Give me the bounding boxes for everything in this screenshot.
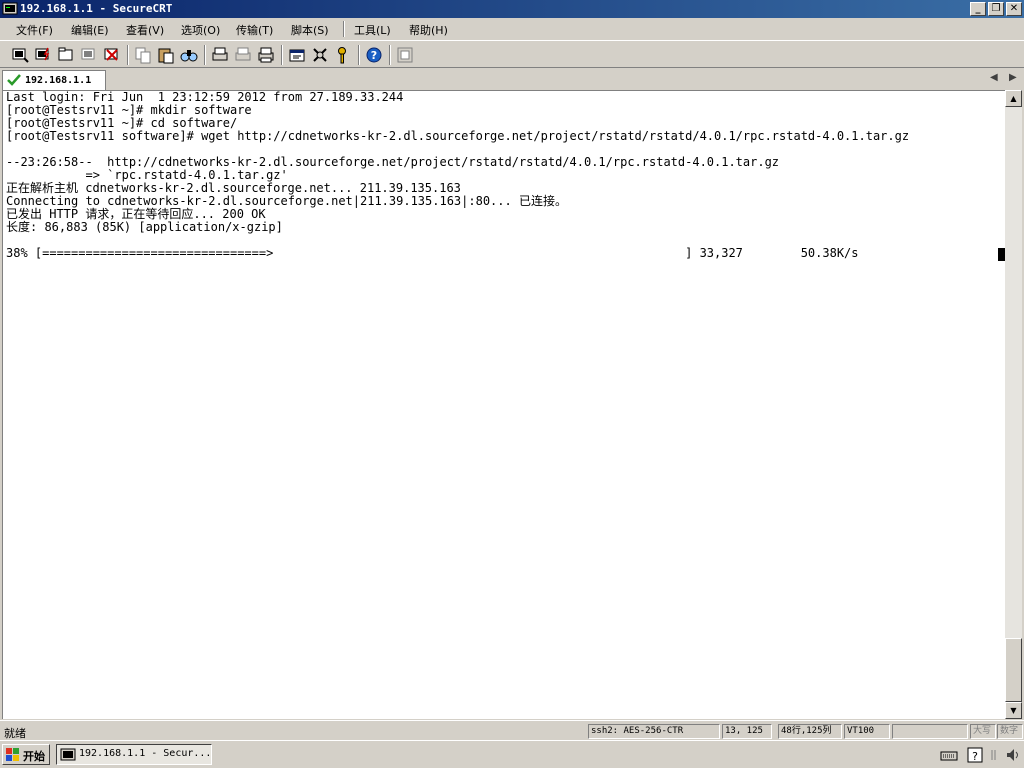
quick-connect-icon[interactable]	[33, 45, 53, 65]
menu-tools[interactable]: 工具(L)	[354, 22, 391, 38]
window-title: 192.168.1.1 - SecureCRT	[20, 2, 173, 15]
vertical-scrollbar[interactable]: ▲ ▼	[1005, 90, 1022, 719]
keyboard-icon[interactable]	[940, 746, 958, 764]
paste-icon[interactable]	[156, 45, 176, 65]
disconnect-icon[interactable]	[102, 45, 122, 65]
menu-options[interactable]: 选项(O)	[181, 22, 220, 38]
checkmark-icon	[7, 74, 21, 86]
menu-file[interactable]: 文件(F)	[16, 22, 53, 38]
print-icon[interactable]	[256, 45, 276, 65]
start-button[interactable]: 开始	[2, 744, 50, 765]
svg-text:?: ?	[371, 49, 377, 62]
minimize-button[interactable]: _	[970, 2, 986, 16]
securecrt-icon	[2, 2, 18, 15]
menu-separator	[343, 21, 345, 37]
session-tab-label: 192.168.1.1	[25, 75, 92, 86]
tab-scroll-left-icon[interactable]: ◀	[990, 72, 998, 83]
print-selection-icon[interactable]	[233, 45, 253, 65]
toolbar-separator	[204, 45, 206, 65]
status-terminal-size: 48行,125列	[778, 724, 842, 739]
svg-text:?: ?	[972, 750, 978, 763]
scroll-up-icon[interactable]: ▲	[1005, 90, 1022, 107]
keymap-icon[interactable]	[395, 45, 415, 65]
toolbar-separator	[389, 45, 391, 65]
status-num-lock: 数字	[997, 724, 1023, 739]
status-text: 就绪	[4, 727, 26, 740]
download-progress-line: 38% [===============================> ] …	[6, 246, 859, 260]
menu-edit[interactable]: 编辑(E)	[71, 22, 109, 38]
windows-taskbar: 开始 192.168.1.1 - Secur... ?	[0, 740, 1024, 768]
scroll-down-icon[interactable]: ▼	[1005, 702, 1022, 719]
menu-transfer[interactable]: 传输(T)	[236, 22, 273, 38]
session-options-icon[interactable]	[287, 45, 307, 65]
connect-tab-icon[interactable]	[56, 45, 76, 65]
start-label: 开始	[23, 750, 45, 763]
tab-scroll-right-icon[interactable]: ▶	[1009, 72, 1017, 83]
menu-help[interactable]: 帮助(H)	[409, 22, 448, 38]
reconnect-icon[interactable]	[79, 45, 99, 65]
terminal-line: 长度: 86,883 (85K) [application/x-gzip]	[6, 220, 283, 234]
windows-logo-icon	[6, 748, 19, 761]
key-icon[interactable]	[333, 45, 353, 65]
global-options-icon[interactable]	[310, 45, 330, 65]
taskbar-securecrt-button[interactable]: 192.168.1.1 - Secur...	[56, 744, 212, 765]
toolbar-separator	[281, 45, 283, 65]
taskbar-button-label: 192.168.1.1 - Secur...	[79, 748, 212, 759]
print-screen-icon[interactable]	[210, 45, 230, 65]
status-bar: 就绪 ssh2: AES-256-CTR 13, 125 48行,125列 VT…	[0, 720, 1024, 741]
securecrt-icon	[60, 748, 76, 761]
toolbar-separator	[127, 45, 129, 65]
menu-bar: 文件(F) 编辑(E) 查看(V) 选项(O) 传输(T) 脚本(S) 工具(L…	[0, 18, 1024, 40]
help-icon[interactable]: ?	[364, 45, 384, 65]
menu-script[interactable]: 脚本(S)	[291, 22, 329, 38]
session-tab-strip: 192.168.1.1 ◀ ▶	[0, 68, 1024, 90]
status-blank	[892, 724, 968, 739]
menu-view[interactable]: 查看(V)	[126, 22, 164, 38]
volume-icon[interactable]	[1004, 746, 1022, 764]
close-button[interactable]: ✕	[1006, 2, 1022, 16]
terminal-cursor	[998, 248, 1005, 261]
status-cursor-position: 13, 125	[722, 724, 772, 739]
terminal-line: [root@Testsrv11 software]# wget http://c…	[6, 129, 910, 143]
scrollbar-thumb[interactable]	[1005, 638, 1022, 702]
status-cipher: ssh2: AES-256-CTR	[588, 724, 720, 739]
toolbar: ?	[0, 40, 1024, 68]
terminal-window[interactable]: Last login: Fri Jun 1 23:12:59 2012 from…	[2, 90, 1005, 719]
status-caps-lock: 大写	[970, 724, 996, 739]
toolbar-separator	[358, 45, 360, 65]
title-bar: 192.168.1.1 - SecureCRT _ ❐ ✕	[0, 0, 1024, 18]
session-tab[interactable]: 192.168.1.1	[2, 70, 106, 90]
connect-icon[interactable]	[10, 45, 30, 65]
copy-icon[interactable]	[133, 45, 153, 65]
help-tray-icon[interactable]: ?	[966, 746, 984, 764]
find-icon[interactable]	[179, 45, 199, 65]
maximize-button[interactable]: ❐	[988, 2, 1004, 16]
status-emulation: VT100	[844, 724, 890, 739]
